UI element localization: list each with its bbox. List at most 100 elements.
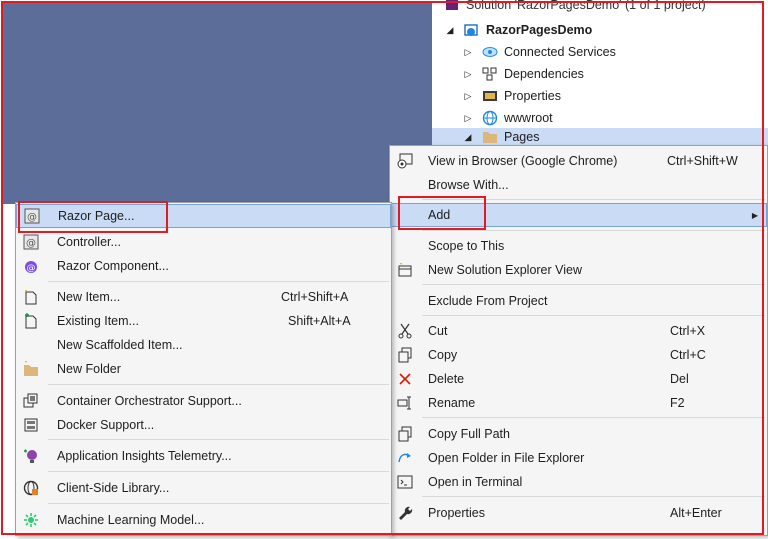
menu-item-properties[interactable]: Properties Alt+Enter [390, 501, 767, 525]
menu-item-label: Controller... [57, 235, 121, 249]
menu-item-label: View in Browser (Google Chrome) [428, 154, 618, 168]
menu-item-label: New Folder [57, 362, 121, 376]
menu-item-copy[interactable]: Copy Ctrl+C [390, 343, 767, 367]
menu-item-view-in-browser[interactable]: View in Browser (Google Chrome) Ctrl+Shi… [390, 149, 767, 173]
new-item-icon [22, 288, 40, 306]
menu-item-cut[interactable]: Cut Ctrl+X [390, 319, 767, 343]
submenu-item-machine-learning-model[interactable]: Machine Learning Model... [16, 508, 391, 532]
menu-item-shortcut: F2 [670, 396, 685, 410]
expanded-arrow-icon[interactable]: ◢ [444, 25, 456, 36]
submenu-item-application-insights-telemetry[interactable]: Application Insights Telemetry... [16, 444, 391, 468]
menu-item-label: Machine Learning Model... [57, 513, 205, 527]
submenu-item-razor-page[interactable]: @ Razor Page... [16, 204, 391, 228]
tree-solution-label: Solution 'RazorPagesDemo' (1 of 1 projec… [466, 0, 706, 12]
tree-item-label: Dependencies [504, 67, 584, 81]
menu-item-exclude-from-project[interactable]: Exclude From Project [390, 289, 767, 313]
submenu-item-client-side-library[interactable]: Client-Side Library... [16, 476, 391, 500]
menu-item-scope-to-this[interactable]: Scope to This [390, 234, 767, 258]
collapsed-arrow-icon[interactable]: ▷ [462, 91, 474, 102]
wrench-icon [482, 88, 498, 104]
menu-item-shortcut: Ctrl+Shift+A [281, 290, 349, 304]
connected-services-icon [482, 44, 498, 60]
submenu-item-new-folder[interactable]: New Folder [16, 357, 391, 381]
menu-item-rename[interactable]: Rename F2 [390, 391, 767, 415]
open-folder-icon [396, 449, 414, 467]
add-submenu: @ Razor Page... @ Controller... @ Razor … [15, 202, 392, 536]
collapsed-arrow-icon[interactable]: ▷ [462, 47, 474, 58]
tree-item-wwwroot[interactable]: ▷ wwwroot [462, 108, 553, 128]
menu-item-shortcut: Ctrl+X [670, 324, 706, 338]
menu-item-label: Client-Side Library... [57, 481, 170, 495]
menu-item-label: Scope to This [428, 239, 505, 253]
collapsed-arrow-icon[interactable]: ▷ [462, 69, 474, 80]
menu-separator [422, 284, 765, 285]
tree-item-properties[interactable]: ▷ Properties [462, 86, 561, 106]
submenu-item-controller[interactable]: @ Controller... [16, 230, 391, 254]
delete-icon [396, 370, 414, 388]
menu-item-label: Add [428, 208, 451, 222]
submenu-item-razor-component[interactable]: @ Razor Component... [16, 254, 391, 278]
razor-component-icon: @ [22, 257, 40, 275]
menu-item-label: Open in Terminal [428, 475, 523, 489]
menu-item-label: New Scaffolded Item... [57, 338, 183, 352]
controller-icon: @ [22, 233, 40, 251]
menu-item-label: Cut [428, 324, 448, 338]
submenu-item-docker-support[interactable]: Docker Support... [16, 413, 391, 437]
submenu-item-container-orchestrator-support[interactable]: Container Orchestrator Support... [16, 389, 391, 413]
menu-separator [422, 199, 765, 200]
wrench-icon [396, 504, 414, 522]
menu-item-new-solution-explorer-view[interactable]: New Solution Explorer View [390, 258, 767, 282]
collapsed-arrow-icon[interactable]: ▷ [462, 113, 474, 124]
menu-item-shortcut: Alt+Enter [670, 506, 722, 520]
context-menu: View in Browser (Google Chrome) Ctrl+Shi… [389, 145, 768, 536]
menu-item-copy-full-path[interactable]: Copy Full Path [390, 422, 767, 446]
menu-item-label: Exclude From Project [428, 294, 548, 308]
menu-item-browse-with[interactable]: Browse With... [390, 173, 767, 197]
menu-item-shortcut: Ctrl+C [670, 348, 706, 362]
tree-item-dependencies[interactable]: ▷ Dependencies [462, 64, 584, 84]
menu-item-delete[interactable]: Delete Del [390, 367, 767, 391]
menu-item-label: Copy Full Path [428, 427, 510, 441]
tree-item-label: Properties [504, 89, 561, 103]
menu-item-label: Open Folder in File Explorer [428, 451, 585, 465]
docker-icon [22, 416, 40, 434]
menu-item-open-folder-in-file-explorer[interactable]: Open Folder in File Explorer [390, 446, 767, 470]
menu-separator [422, 417, 765, 418]
globe-icon [482, 110, 498, 126]
menu-item-label: Docker Support... [57, 418, 155, 432]
expanded-arrow-icon[interactable]: ◢ [462, 132, 474, 143]
menu-separator [48, 281, 389, 282]
tree-item-label: Pages [504, 130, 540, 144]
scissors-icon [396, 322, 414, 340]
editor-background [2, 2, 432, 204]
submenu-item-new-scaffolded-item[interactable]: New Scaffolded Item... [16, 333, 391, 357]
copy-path-icon [396, 425, 414, 443]
solution-explorer: Solution 'RazorPagesDemo' (1 of 1 projec… [432, 0, 768, 146]
rename-icon [396, 394, 414, 412]
submenu-item-existing-item[interactable]: Existing Item... Shift+Alt+A [16, 309, 391, 333]
tree-solution-row[interactable]: Solution 'RazorPagesDemo' (1 of 1 projec… [444, 0, 706, 12]
menu-item-shortcut: Del [670, 372, 689, 386]
menu-separator [48, 471, 389, 472]
tree-item-connected-services[interactable]: ▷ Connected Services [462, 42, 616, 62]
copy-icon [396, 346, 414, 364]
svg-text:@: @ [27, 212, 37, 223]
folder-icon [482, 129, 498, 145]
tree-project[interactable]: ◢ RazorPagesDemo [444, 20, 593, 40]
tree-item-pages[interactable]: ◢ Pages [432, 128, 768, 146]
menu-item-label: New Item... [57, 290, 121, 304]
menu-item-label: Rename [428, 396, 476, 410]
menu-item-label: Razor Component... [57, 259, 169, 273]
menu-item-shortcut: Shift+Alt+A [288, 314, 351, 328]
menu-item-label: Browse With... [428, 178, 509, 192]
menu-item-add[interactable]: Add ▶ [390, 203, 767, 227]
dependencies-icon [482, 66, 498, 82]
existing-item-icon [22, 312, 40, 330]
submenu-item-new-item[interactable]: New Item... Ctrl+Shift+A [16, 285, 391, 309]
menu-item-label: Container Orchestrator Support... [57, 394, 242, 408]
menu-separator [422, 315, 765, 316]
terminal-icon [396, 473, 414, 491]
menu-item-open-in-terminal[interactable]: Open in Terminal [390, 470, 767, 494]
menu-separator [48, 503, 389, 504]
container-icon [22, 392, 40, 410]
